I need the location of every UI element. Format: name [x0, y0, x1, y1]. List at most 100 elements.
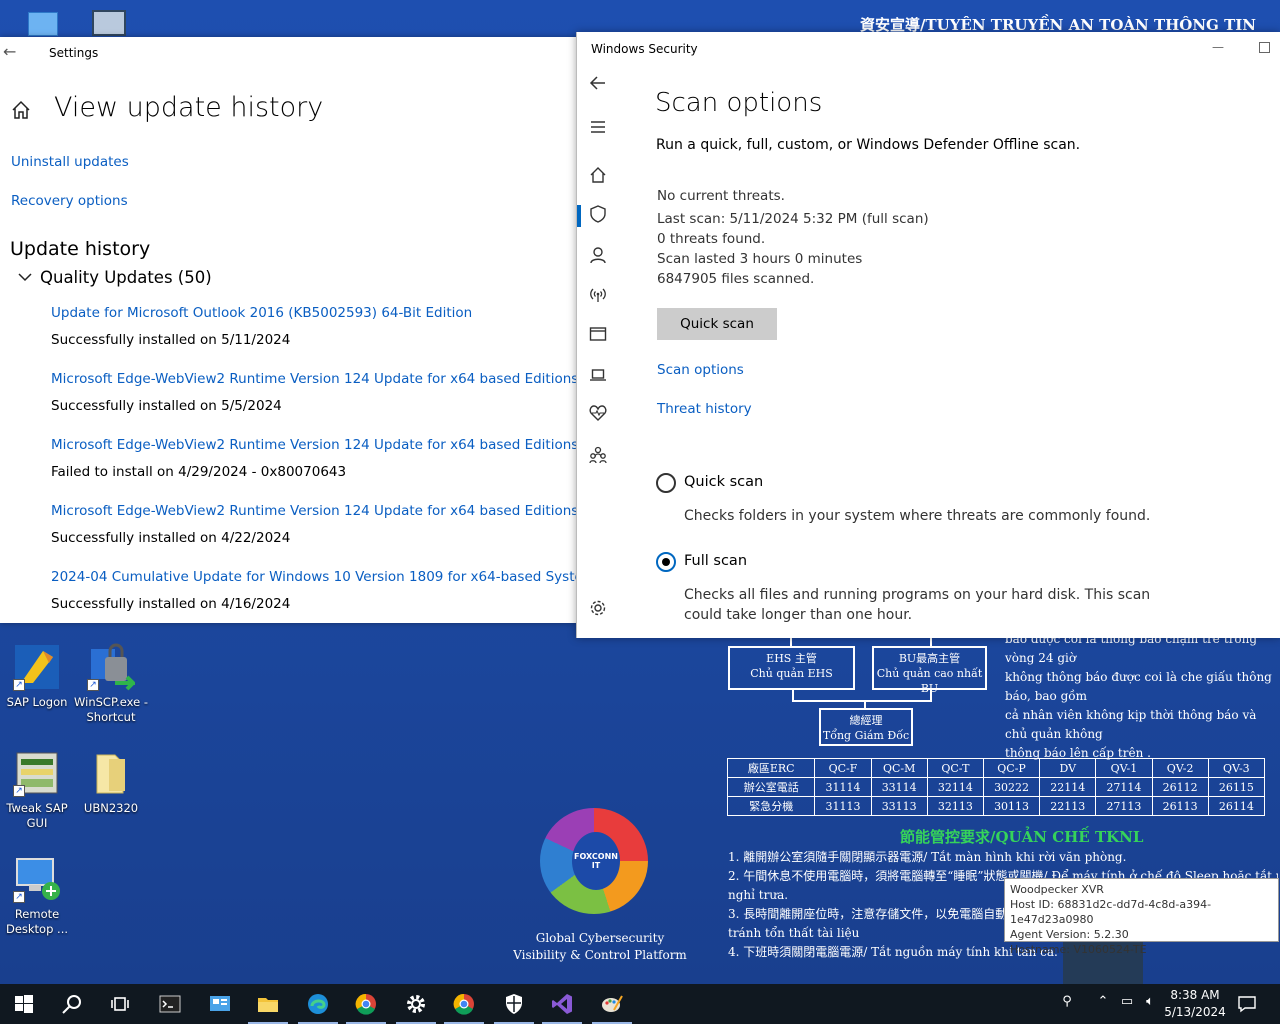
full-scan-radio[interactable]	[656, 552, 676, 572]
winscp-icon: ↗	[87, 643, 138, 691]
settings-window: ← Settings View update history Uninstall…	[0, 37, 576, 623]
back-arrow-icon[interactable]: ←	[3, 43, 21, 61]
scan-options-link[interactable]: Scan options	[657, 362, 744, 378]
update-title-link[interactable]: Microsoft Edge-WebView2 Runtime Version …	[51, 503, 576, 521]
logo-caption: Global Cybersecurity Visibility & Contro…	[500, 930, 700, 964]
rule-line: 1. 離開辦公室須隨手關閉顯示器電源/ Tắt màn hình khi rời…	[728, 850, 1127, 864]
sap-logon-icon: ↗	[13, 643, 61, 691]
desktop-icon-remote-desktop[interactable]: ↗ Remote Desktop ...	[0, 855, 74, 937]
desktop-icon-ubn2320[interactable]: UBN2320	[74, 749, 148, 816]
update-title-link[interactable]: Microsoft Edge-WebView2 Runtime Version …	[51, 371, 576, 389]
uninstall-updates-link[interactable]: Uninstall updates	[11, 154, 129, 170]
people-icon[interactable]: ⚲	[1057, 994, 1077, 1014]
table-cell: QC-P	[982, 758, 1041, 778]
remote-desktop-icon: ↗	[13, 855, 61, 903]
table-cell: 31113	[814, 796, 872, 816]
home-icon[interactable]	[10, 99, 32, 121]
tooltip-line: Agent Version: 5.2.30	[1010, 928, 1129, 941]
org-box-ehs-vn: Chủ quản EHS	[750, 667, 833, 680]
table-row: 辦公室電話 31114 33114 32114 30222 22114 27114 26112…	[726, 777, 1266, 797]
table-cell: 27113	[1095, 796, 1153, 816]
control-panel-app[interactable]	[196, 984, 244, 1024]
notification-icon[interactable]	[1237, 994, 1257, 1014]
quick-scan-label[interactable]: Quick scan	[684, 474, 763, 490]
quick-scan-radio[interactable]	[656, 473, 676, 493]
settings-gear-icon[interactable]	[587, 599, 609, 621]
shield-icon[interactable]	[587, 205, 609, 227]
desktop-icon-top-1[interactable]	[28, 12, 58, 36]
table-cell: 辦公室電話	[726, 777, 816, 797]
home-icon[interactable]	[587, 166, 609, 188]
clock-date: 5/13/2024	[1164, 1005, 1226, 1019]
clock-time: 8:38 AM	[1170, 988, 1220, 1002]
device-health-heart-icon[interactable]	[587, 404, 609, 426]
minimize-button[interactable]: —	[1211, 40, 1225, 54]
update-title-link[interactable]: Update for Microsoft Outlook 2016 (KB500…	[51, 305, 576, 323]
update-title-link[interactable]: 2024-04 Cumulative Update for Windows 10…	[51, 569, 576, 587]
system-clock[interactable]: 8:38 AM 5/13/2024	[1160, 987, 1230, 1021]
files-scanned-text: 6847905 files scanned.	[657, 271, 815, 287]
firewall-network-icon[interactable]	[587, 285, 609, 307]
desktop-icon-sap-logon[interactable]: ↗ SAP Logon	[0, 643, 74, 710]
network-icon[interactable]: ▭	[1117, 994, 1137, 1014]
logo-caption-line: Global Cybersecurity	[535, 931, 665, 945]
desktop-icon-tweak-sap[interactable]: ↗ Tweak SAP GUI	[0, 749, 74, 831]
table-cell: 30222	[982, 777, 1041, 797]
table-cell: 32113	[926, 796, 984, 816]
settings-app[interactable]	[392, 984, 440, 1024]
table-cell: 廠區ERC	[726, 758, 816, 778]
update-item: Microsoft Edge-WebView2 Runtime Version …	[51, 503, 576, 546]
security-window-title: Windows Security	[591, 42, 698, 56]
back-arrow-icon[interactable]	[587, 74, 609, 96]
table-cell: QV-1	[1095, 758, 1153, 778]
full-scan-label[interactable]: Full scan	[684, 553, 747, 569]
windows-security-app[interactable]	[490, 984, 538, 1024]
chevron-up-icon[interactable]: ⌃	[1093, 994, 1113, 1014]
file-explorer-app[interactable]	[244, 984, 292, 1024]
threat-history-link[interactable]: Threat history	[657, 401, 752, 417]
maximize-button[interactable]	[1259, 42, 1270, 53]
update-title-link[interactable]: Microsoft Edge-WebView2 Runtime Version …	[51, 437, 576, 455]
desktop-icon-label: Tweak SAP GUI	[6, 801, 68, 830]
quick-scan-button[interactable]: Quick scan	[657, 308, 777, 340]
device-security-laptop-icon[interactable]	[587, 366, 609, 388]
paint-icon	[602, 995, 623, 1012]
table-cell: 27114	[1095, 777, 1153, 797]
folder-icon	[87, 749, 135, 797]
search-button[interactable]	[48, 984, 96, 1024]
table-cell: DV	[1039, 758, 1097, 778]
visual-studio-app[interactable]	[538, 984, 586, 1024]
update-status: Successfully installed on 5/11/2024	[51, 332, 291, 348]
task-view-button[interactable]	[96, 984, 144, 1024]
org-box-gm: 總經理 Tổng Giám Đốc	[819, 708, 913, 746]
recovery-options-link[interactable]: Recovery options	[11, 193, 128, 209]
org-box-bu-cn: BU最高主管	[898, 652, 961, 665]
desktop-icon-winscp[interactable]: ↗ WinSCP.exe - Shortcut	[74, 643, 148, 725]
chrome-app[interactable]	[342, 984, 390, 1024]
last-scan-text: Last scan: 5/11/2024 5:32 PM (full scan)	[657, 211, 929, 227]
start-button[interactable]	[0, 984, 48, 1024]
account-person-icon[interactable]	[587, 246, 609, 268]
chrome-app-2[interactable]	[440, 984, 488, 1024]
edge-app[interactable]	[294, 984, 342, 1024]
hamburger-menu-icon[interactable]	[587, 118, 609, 140]
org-chart-line	[930, 638, 932, 646]
task-view-icon	[111, 997, 129, 1011]
desktop-icon-top-2[interactable]	[92, 10, 126, 36]
table-cell: 26113	[1151, 796, 1209, 816]
terminal-app[interactable]	[146, 984, 194, 1024]
windows-security-window: Windows Security — Scan options Run a qu…	[576, 32, 1280, 638]
app-browser-control-icon[interactable]	[587, 325, 609, 347]
desktop-icon-label: UBN2320	[83, 801, 139, 815]
update-item: Microsoft Edge-WebView2 Runtime Version …	[51, 371, 576, 414]
foxconn-logo: FOXCONN IT	[572, 832, 620, 890]
page-title: Scan options	[655, 88, 823, 118]
edge-icon	[308, 994, 328, 1014]
family-options-icon[interactable]	[587, 446, 609, 468]
volume-icon[interactable]: 🔈︎	[1140, 994, 1160, 1014]
quality-updates-group[interactable]: Quality Updates (50)	[18, 268, 212, 287]
paint-app[interactable]	[588, 984, 636, 1024]
terminal-icon	[159, 995, 181, 1013]
search-icon	[62, 995, 81, 1014]
update-status: Successfully installed on 4/22/2024	[51, 530, 291, 546]
